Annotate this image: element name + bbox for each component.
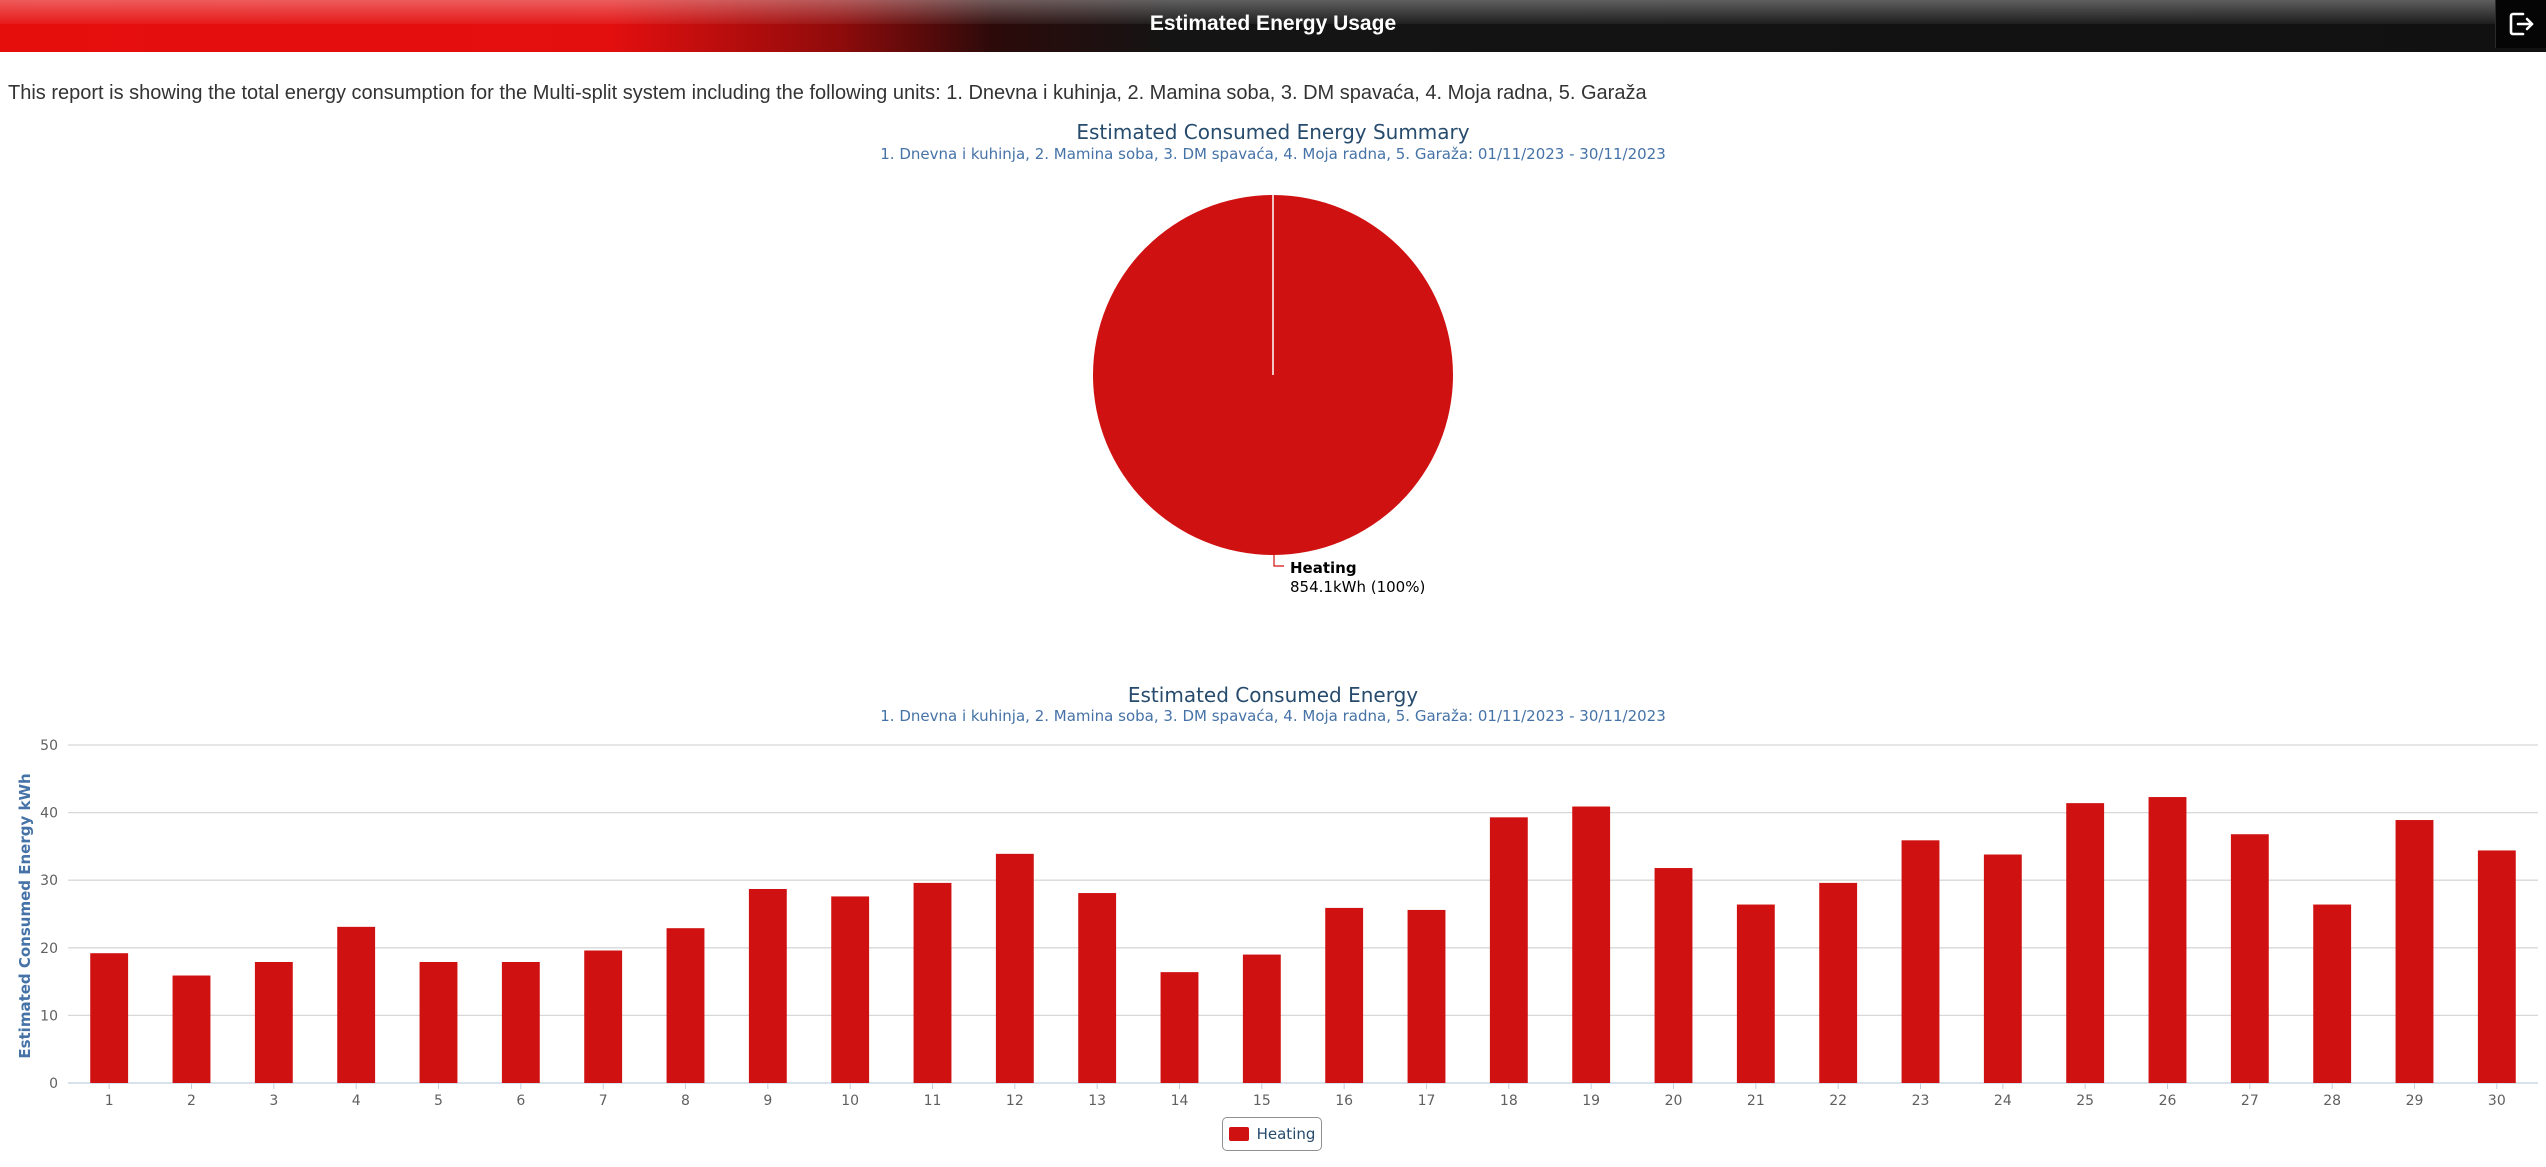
x-tick-label: 5 xyxy=(434,1093,443,1109)
bar-day-8[interactable] xyxy=(666,928,705,1083)
x-tick-label: 22 xyxy=(1829,1093,1847,1109)
logout-icon xyxy=(2509,12,2534,36)
bar-day-29[interactable] xyxy=(2395,820,2434,1083)
report-description: This report is showing the total energy … xyxy=(8,82,1647,104)
bar-day-9[interactable] xyxy=(748,888,787,1083)
x-tick-label: 29 xyxy=(2406,1093,2424,1109)
bar-day-23[interactable] xyxy=(1901,840,1940,1083)
x-tick-label: 7 xyxy=(599,1093,608,1109)
bar-day-26[interactable] xyxy=(2148,797,2187,1083)
x-tick-label: 4 xyxy=(352,1093,361,1109)
bar-day-2[interactable] xyxy=(172,975,211,1083)
x-tick-label: 16 xyxy=(1335,1093,1353,1109)
x-tick-label: 1 xyxy=(105,1093,114,1109)
bar-day-3[interactable] xyxy=(254,961,293,1083)
bar-day-27[interactable] xyxy=(2230,834,2269,1083)
bar-day-24[interactable] xyxy=(1983,854,2022,1083)
pie-label-connector xyxy=(1273,555,1284,567)
y-axis-title: Estimated Consumed Energy kWh xyxy=(16,773,34,1058)
pie-label-name: Heating xyxy=(1290,559,1357,577)
x-tick-label: 25 xyxy=(2076,1093,2094,1109)
bar-day-12[interactable] xyxy=(995,853,1034,1083)
y-tick-label: 10 xyxy=(40,1008,58,1024)
bar-chart-title: Estimated Consumed Energy xyxy=(1127,683,1419,707)
bar-day-20[interactable] xyxy=(1654,868,1693,1083)
x-tick-label: 13 xyxy=(1088,1093,1106,1109)
x-tick-label: 14 xyxy=(1171,1093,1189,1109)
x-tick-label: 9 xyxy=(763,1093,772,1109)
bar-day-28[interactable] xyxy=(2313,904,2352,1083)
x-tick-label: 24 xyxy=(1994,1093,2012,1109)
x-tick-label: 28 xyxy=(2323,1093,2341,1109)
bar-chart-subtitle: 1. Dnevna i kuhinja, 2. Mamina soba, 3. … xyxy=(880,707,1666,725)
bar-chart: 01020304050 1 2 3 4 5 6 7 8 9 10 11 12 13 14 15 16 17 18 1… xyxy=(16,738,2538,1109)
y-tick-label: 30 xyxy=(40,873,58,889)
bar-day-18[interactable] xyxy=(1489,817,1528,1083)
bar-day-4[interactable] xyxy=(337,926,376,1083)
bar-day-15[interactable] xyxy=(1242,954,1281,1083)
bar-day-6[interactable] xyxy=(501,961,540,1083)
bar-day-16[interactable] xyxy=(1325,907,1364,1083)
x-tick-label: 10 xyxy=(841,1093,859,1109)
bar-day-5[interactable] xyxy=(419,961,458,1083)
y-tick-label: 20 xyxy=(40,941,58,957)
logout-button[interactable] xyxy=(2495,0,2546,48)
x-tick-label: 8 xyxy=(681,1093,690,1109)
y-tick-label: 40 xyxy=(40,806,58,822)
x-tick-label: 11 xyxy=(924,1093,942,1109)
y-tick-label: 50 xyxy=(40,738,58,754)
x-tick-label: 18 xyxy=(1500,1093,1518,1109)
x-tick-label: 27 xyxy=(2241,1093,2259,1109)
x-tick-label: 23 xyxy=(1912,1093,1930,1109)
x-tick-label: 12 xyxy=(1006,1093,1024,1109)
x-tick-label: 2 xyxy=(187,1093,196,1109)
page-title: Estimated Energy Usage xyxy=(1149,12,1397,35)
pie-chart-subtitle: 1. Dnevna i kuhinja, 2. Mamina soba, 3. … xyxy=(880,145,1666,163)
pie-chart-title: Estimated Consumed Energy Summary xyxy=(1076,120,1470,144)
x-tick-label: 26 xyxy=(2159,1093,2177,1109)
x-tick-label: 19 xyxy=(1582,1093,1600,1109)
bar-day-22[interactable] xyxy=(1819,882,1858,1083)
bar-day-21[interactable] xyxy=(1736,904,1775,1083)
x-tick-label: 3 xyxy=(269,1093,278,1109)
y-tick-label: 0 xyxy=(49,1076,58,1092)
bar-day-19[interactable] xyxy=(1572,806,1611,1083)
legend-swatch xyxy=(1228,1127,1249,1141)
x-tick-label: 17 xyxy=(1418,1093,1436,1109)
bar-day-30[interactable] xyxy=(2477,850,2516,1083)
top-bar: Estimated Energy Usage xyxy=(0,0,2546,52)
bar-day-11[interactable] xyxy=(913,882,952,1083)
bar-day-7[interactable] xyxy=(584,950,623,1083)
bar-day-1[interactable] xyxy=(90,953,129,1083)
x-tick-label: 6 xyxy=(516,1093,525,1109)
pie-label-value: 854.1kWh (100%) xyxy=(1290,578,1425,596)
x-tick-label: 30 xyxy=(2488,1093,2506,1109)
x-tick-label: 21 xyxy=(1747,1093,1765,1109)
bar-day-13[interactable] xyxy=(1078,893,1117,1083)
x-tick-label: 20 xyxy=(1665,1093,1683,1109)
bar-day-10[interactable] xyxy=(831,896,870,1083)
legend-label: Heating xyxy=(1256,1125,1316,1143)
bar-day-25[interactable] xyxy=(2066,803,2105,1083)
legend-item-heating[interactable]: Heating xyxy=(1222,1117,1322,1151)
bar-day-17[interactable] xyxy=(1407,909,1446,1083)
bar-day-14[interactable] xyxy=(1160,972,1199,1083)
x-tick-label: 15 xyxy=(1253,1093,1271,1109)
pie-chart: Heating 854.1kWh (100%) xyxy=(1093,195,1453,596)
